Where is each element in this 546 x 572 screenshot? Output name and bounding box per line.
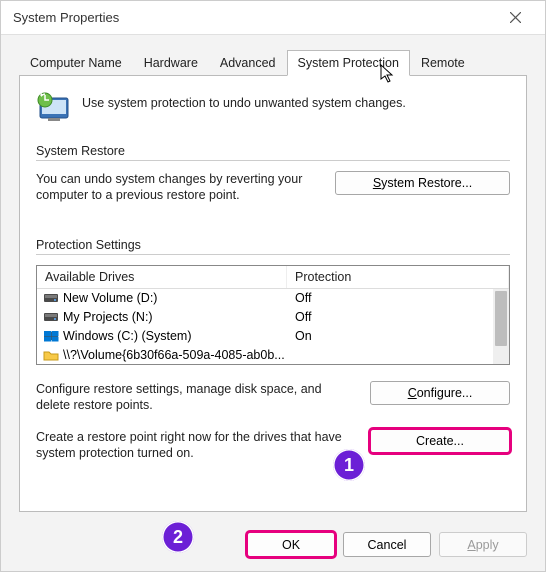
system-restore-button[interactable]: System Restore... [335,171,510,195]
tab-system-protection[interactable]: System Protection [287,50,410,76]
annotation-badge-2: 2 [162,521,194,553]
annotation-badge-1: 1 [333,449,365,481]
table-row[interactable]: \\?\Volume{6b30f66a-509a-4085-ab0b... [37,346,509,364]
create-text: Create a restore point right now for the… [36,429,358,462]
drive-table-body: New Volume (D:) Off My Projects (N:) Off Win… [37,289,509,364]
drive-name: My Projects (N:) [63,310,153,324]
tab-remote[interactable]: Remote [410,50,476,76]
ok-button[interactable]: OK [247,532,335,557]
close-button[interactable] [493,4,537,32]
system-protection-icon [36,90,72,126]
configure-button[interactable]: Configure... [370,381,510,405]
protection-settings-header: Protection Settings [36,238,510,255]
drive-icon [43,330,59,342]
system-properties-window: System Properties Computer Name Hardware… [0,0,546,572]
tab-advanced[interactable]: Advanced [209,50,287,76]
drive-protection: On [287,329,509,343]
tab-panel-system-protection: Use system protection to undo unwanted s… [19,75,527,512]
tab-hardware[interactable]: Hardware [133,50,209,76]
close-icon [510,12,521,23]
drive-protection: Off [287,291,509,305]
intro-text: Use system protection to undo unwanted s… [82,90,406,110]
col-header-drives[interactable]: Available Drives [37,266,287,288]
system-restore-text: You can undo system changes by reverting… [36,171,323,204]
drive-name: Windows (C:) (System) [63,329,191,343]
scrollbar-thumb[interactable] [495,291,507,346]
configure-text: Configure restore settings, manage disk … [36,381,358,414]
drive-table: Available Drives Protection New Volume (… [36,265,510,365]
drive-icon [43,311,59,323]
drive-protection: Off [287,310,509,324]
titlebar: System Properties [1,1,545,35]
window-title: System Properties [13,10,119,25]
dialog-button-row: OK Cancel Apply [1,522,545,571]
create-button[interactable]: Create... [370,429,510,453]
drive-icon [43,349,59,361]
table-row[interactable]: My Projects (N:) Off [37,308,509,327]
tab-strip: Computer Name Hardware Advanced System P… [1,35,545,75]
cancel-button[interactable]: Cancel [343,532,431,557]
table-row[interactable]: New Volume (D:) Off [37,289,509,308]
apply-button[interactable]: Apply [439,532,527,557]
drive-name: \\?\Volume{6b30f66a-509a-4085-ab0b... [63,348,285,362]
tab-computer-name[interactable]: Computer Name [19,50,133,76]
drive-icon [43,292,59,304]
table-row[interactable]: Windows (C:) (System) On [37,327,509,346]
drive-name: New Volume (D:) [63,291,157,305]
drive-table-header: Available Drives Protection [37,266,509,289]
scrollbar[interactable] [493,289,509,364]
system-restore-header: System Restore [36,144,510,161]
col-header-protection[interactable]: Protection [287,266,509,288]
